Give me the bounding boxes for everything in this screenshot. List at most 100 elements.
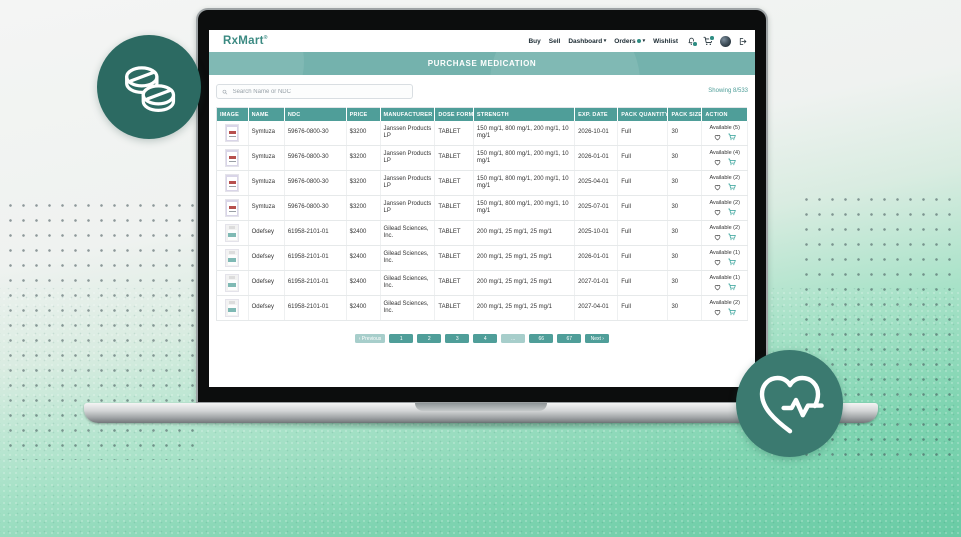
cell-ndc: 61958-2101-01 — [284, 221, 346, 246]
availability-label: Available (1) — [705, 250, 744, 257]
wishlist-heart-icon[interactable] — [714, 309, 721, 316]
action-cell: Available (5) — [702, 121, 748, 146]
cell-ndc: 59676-0800-30 — [284, 171, 346, 196]
cell-strength: 150 mg/1, 800 mg/1, 200 mg/1, 10 mg/1 — [473, 121, 574, 146]
pagination-page-66[interactable]: 66 — [529, 334, 553, 343]
cell-manufacturer: Gilead Sciences, Inc. — [380, 271, 435, 296]
pagination-page-1[interactable]: 1 — [389, 334, 413, 343]
search-input[interactable] — [231, 88, 407, 96]
cell-price: $3200 — [346, 146, 380, 171]
product-thumbnail — [225, 124, 239, 142]
toolbar: Showing 8/533 — [216, 84, 748, 99]
cell-pack-quantity: Full — [618, 221, 668, 246]
cell-price: $2400 — [346, 296, 380, 321]
cell-ndc: 59676-0800-30 — [284, 121, 346, 146]
action-cell: Available (2) — [702, 221, 748, 246]
cell-dose-form: TABLET — [435, 121, 474, 146]
column-header-image: IMAGE — [217, 108, 249, 122]
cell-exp-date: 2027-01-01 — [575, 271, 618, 296]
nav-item-sell[interactable]: Sell — [549, 38, 561, 45]
product-thumbnail — [225, 224, 239, 242]
cell-ndc: 61958-2101-01 — [284, 246, 346, 271]
product-image-cell — [217, 146, 249, 171]
row-actions — [705, 183, 744, 191]
cell-strength: 200 mg/1, 25 mg/1, 25 mg/1 — [473, 296, 574, 321]
row-actions — [705, 308, 744, 316]
column-header-action: ACTION — [702, 108, 748, 122]
avatar[interactable] — [720, 36, 731, 47]
cell-exp-date: 2026-01-01 — [575, 246, 618, 271]
add-to-cart-icon[interactable] — [728, 133, 736, 141]
wishlist-heart-icon[interactable] — [714, 209, 721, 216]
nav-item-buy[interactable]: Buy — [528, 38, 540, 45]
cell-strength: 200 mg/1, 25 mg/1, 25 mg/1 — [473, 271, 574, 296]
rxmart-logo[interactable]: RxMart® — [223, 35, 268, 47]
row-actions — [705, 208, 744, 216]
product-image-cell — [217, 296, 249, 321]
cell-ndc: 59676-0800-30 — [284, 146, 346, 171]
cell-exp-date: 2027-04-01 — [575, 296, 618, 321]
nav-label: Sell — [549, 38, 561, 45]
column-header-dose-form: DOSE FORM — [435, 108, 474, 122]
column-header-ndc: NDC — [284, 108, 346, 122]
table-row: Symtuza59676-0800-30$3200Janssen Product… — [217, 121, 748, 146]
cart-icon[interactable] — [703, 36, 713, 46]
wishlist-heart-icon[interactable] — [714, 259, 721, 266]
nav-item-dashboard[interactable]: Dashboard▾ — [568, 38, 606, 45]
pagination-page-4[interactable]: 4 — [473, 334, 497, 343]
wishlist-heart-icon[interactable] — [714, 284, 721, 291]
column-header-manufacturer: MANUFACTURER — [380, 108, 435, 122]
cell-pack-quantity: Full — [618, 246, 668, 271]
laptop-base-notch — [415, 403, 547, 411]
cell-manufacturer: Gilead Sciences, Inc. — [380, 296, 435, 321]
cell-dose-form: TABLET — [435, 271, 474, 296]
logout-icon[interactable] — [738, 37, 747, 46]
pagination-next[interactable]: Next › — [585, 334, 609, 343]
wishlist-heart-icon[interactable] — [714, 134, 721, 141]
cell-manufacturer: Janssen Products LP — [380, 146, 435, 171]
cell-name: Odefsey — [248, 296, 284, 321]
cell-pack-size: 30 — [668, 271, 702, 296]
cell-pack-quantity: Full — [618, 121, 668, 146]
add-to-cart-icon[interactable] — [728, 183, 736, 191]
pagination-page-2[interactable]: 2 — [417, 334, 441, 343]
chevron-down-icon: ▾ — [643, 38, 646, 44]
add-to-cart-icon[interactable] — [728, 308, 736, 316]
search-box[interactable] — [216, 84, 413, 99]
nav-item-orders[interactable]: Orders▾ — [614, 38, 645, 45]
wishlist-heart-icon[interactable] — [714, 234, 721, 241]
nav-item-wishlist[interactable]: Wishlist — [653, 38, 678, 45]
add-to-cart-icon[interactable] — [728, 233, 736, 241]
add-to-cart-icon[interactable] — [728, 208, 736, 216]
action-cell: Available (2) — [702, 171, 748, 196]
rxmart-app-window: RxMart® Buy Sell Dashboard▾ Orders▾ Wish… — [209, 30, 755, 387]
cell-dose-form: TABLET — [435, 171, 474, 196]
cell-manufacturer: Gilead Sciences, Inc. — [380, 246, 435, 271]
orders-badge — [637, 39, 641, 43]
cell-pack-size: 30 — [668, 121, 702, 146]
pagination-ellipsis[interactable]: ... — [501, 334, 525, 343]
pagination-previous[interactable]: ‹ Previous — [355, 334, 386, 343]
desktop-background: RxMart® Buy Sell Dashboard▾ Orders▾ Wish… — [0, 0, 961, 537]
product-image-cell — [217, 121, 249, 146]
cell-pack-quantity: Full — [618, 271, 668, 296]
pagination-page-3[interactable]: 3 — [445, 334, 469, 343]
add-to-cart-icon[interactable] — [728, 258, 736, 266]
cell-pack-quantity: Full — [618, 196, 668, 221]
cell-ndc: 61958-2101-01 — [284, 271, 346, 296]
add-to-cart-icon[interactable] — [728, 158, 736, 166]
logo-text: RxMart — [223, 35, 264, 47]
bell-icon[interactable] — [687, 37, 696, 46]
cell-name: Odefsey — [248, 221, 284, 246]
product-thumbnail — [225, 274, 239, 292]
wishlist-heart-icon[interactable] — [714, 159, 721, 166]
cell-pack-quantity: Full — [618, 171, 668, 196]
medications-table: IMAGENAMENDCPRICEMANUFACTURERDOSE FORMST… — [216, 107, 748, 321]
nav-label: Wishlist — [653, 38, 678, 45]
pagination-page-67[interactable]: 67 — [557, 334, 581, 343]
wishlist-heart-icon[interactable] — [714, 184, 721, 191]
cell-name: Symtuza — [248, 171, 284, 196]
cell-dose-form: TABLET — [435, 296, 474, 321]
page-title: PURCHASE MEDICATION — [428, 59, 537, 68]
add-to-cart-icon[interactable] — [728, 283, 736, 291]
